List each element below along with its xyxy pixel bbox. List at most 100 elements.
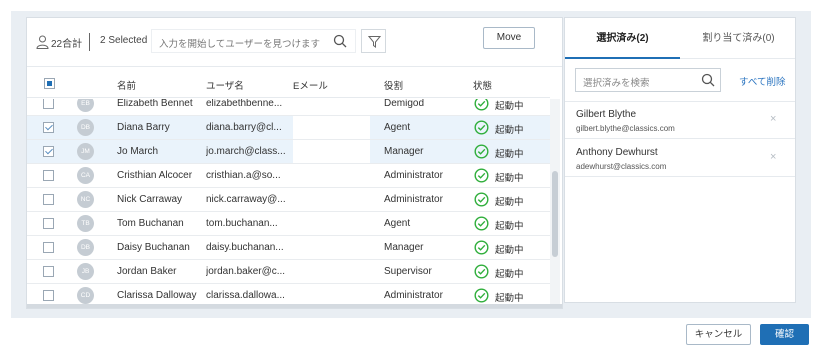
user-role: Administrator [384,194,443,205]
user-username: diana.barry@cl... [206,122,282,133]
horizontal-scrollbar[interactable] [27,304,562,308]
table-row[interactable]: CD Clarissa Dalloway clarissa.dallowa... Ad… [27,284,550,304]
user-email-cell [293,188,370,211]
user-username: tom.buchanan... [206,218,278,229]
user-name: Diana Barry [117,122,170,133]
table-row[interactable]: NC Nick Carraway nick.carraway@... Administ… [27,188,550,212]
user-role: Manager [384,146,424,157]
selected-search-input[interactable]: 選択済みを検索 [575,68,721,92]
table-row[interactable]: DB Diana Barry diana.barry@cl... Agent 起動中 [27,116,550,140]
row-checkbox[interactable] [43,146,54,157]
row-checkbox[interactable] [43,170,54,181]
selection-panel: 選択済み(2) 割り当て済み(0) 選択済みを検索 すべて削除 Gilbert … [564,17,796,303]
user-status: 起動中 [495,125,524,136]
user-username: elizabethbenne... [206,99,283,109]
column-header-username[interactable]: ユーザ名 [206,78,244,92]
check-circle-icon [474,168,489,183]
selected-user-item: Gilbert Blythe gilbert.blythe@classics.co… [565,102,795,139]
tab-selected[interactable]: 選択済み(2) [565,18,680,59]
user-icon [36,35,49,49]
avatar: TB [77,215,94,232]
table-row[interactable]: JB Jordan Baker jordan.baker@c... Superviso… [27,260,550,284]
select-all-checkbox[interactable] [44,78,55,89]
table-row[interactable]: DB Daisy Buchanan daisy.buchanan... Manager… [27,236,550,260]
row-checkbox[interactable] [43,218,54,229]
avatar: DB [77,119,94,136]
table-row[interactable]: JM Jo March jo.march@class... Manager 起動中 [27,140,550,164]
row-checkbox[interactable] [43,122,54,133]
avatar: JB [77,263,94,280]
total-count: 22合計 [51,39,83,50]
check-circle-icon [474,216,489,231]
user-status: 起動中 [495,245,524,256]
user-name: Jo March [117,146,159,157]
tab-assigned[interactable]: 割り当て済み(0) [681,18,796,59]
user-email-cell [293,284,370,304]
column-header-status[interactable]: 状態 [473,78,492,92]
row-checkbox[interactable] [43,242,54,253]
user-role: Agent [384,218,411,229]
check-circle-icon [474,144,489,159]
table-row[interactable]: EB Elizabeth Bennet elizabethbenne... Demig… [27,99,550,116]
user-username: jordan.baker@c... [206,266,286,277]
user-search-input[interactable]: 入力を開始してユーザーを見つけます [151,29,356,53]
user-email-cell [293,99,370,115]
table-row[interactable]: TB Tom Buchanan tom.buchanan... Agent 起動中 [27,212,550,236]
row-checkbox[interactable] [43,99,54,109]
cancel-button[interactable]: キャンセル [686,324,751,345]
user-username: clarissa.dallowa... [206,290,285,301]
user-name: Clarissa Dalloway [117,290,197,301]
avatar: CD [77,287,94,304]
user-name: Nick Carraway [117,194,183,205]
user-status: 起動中 [495,293,524,304]
user-role: Manager [384,242,424,253]
check-circle-icon [474,192,489,207]
user-name: Elizabeth Bennet [117,99,193,109]
user-status: 起動中 [495,173,524,184]
search-icon[interactable] [701,73,715,87]
user-status: 起動中 [495,101,524,112]
user-email-cell [293,116,370,139]
column-header-name[interactable]: 名前 [117,78,136,92]
user-username: nick.carraway@... [206,194,286,205]
column-header-email[interactable]: Eメール [293,78,328,92]
user-email-cell [293,140,370,163]
column-header-role[interactable]: 役割 [384,78,403,92]
check-circle-icon [474,264,489,279]
user-username: daisy.buchanan... [206,242,284,253]
selected-search-placeholder: 選択済みを検索 [583,78,650,89]
check-circle-icon [474,240,489,255]
row-checkbox[interactable] [43,290,54,301]
user-name: Jordan Baker [117,266,177,277]
dialog-backdrop: 22合計 2 Selected 入力を開始してユーザーを見つけます Move 名… [11,11,811,318]
user-list-toolbar: 22合計 2 Selected 入力を開始してユーザーを見つけます Move [27,18,562,67]
avatar: DB [77,239,94,256]
selection-tabs: 選択済み(2) 割り当て済み(0) [565,18,795,59]
user-email-cell [293,212,370,235]
selected-count: 2 Selected [100,35,148,46]
selected-user-name: Anthony Dewhurst [576,147,658,158]
user-role: Administrator [384,170,443,181]
close-icon[interactable]: × [770,113,776,125]
user-list-panel: 22合計 2 Selected 入力を開始してユーザーを見つけます Move 名… [26,17,563,309]
table-scrollbar[interactable] [550,99,560,304]
close-icon[interactable]: × [770,151,776,163]
clear-all-link[interactable]: すべて削除 [739,74,785,88]
user-role: Demigod [384,99,425,109]
confirm-button[interactable]: 確認 [760,324,809,345]
selected-user-item: Anthony Dewhurst adewhurst@classics.com × [565,140,795,177]
toolbar-divider [89,33,90,51]
user-email-cell [293,260,370,283]
table-row[interactable]: CA Cristhian Alcocer cristhian.a@so... Admi… [27,164,550,188]
row-checkbox[interactable] [43,266,54,277]
row-checkbox[interactable] [43,194,54,205]
filter-button[interactable] [361,29,386,53]
search-icon[interactable] [333,34,347,48]
user-search-placeholder: 入力を開始してユーザーを見つけます [159,39,321,50]
user-username: jo.march@class... [206,146,286,157]
avatar: NC [77,191,94,208]
scrollbar-thumb[interactable] [552,171,558,257]
user-username: cristhian.a@so... [206,170,281,181]
move-button[interactable]: Move [483,27,535,49]
user-name: Daisy Buchanan [117,242,190,253]
